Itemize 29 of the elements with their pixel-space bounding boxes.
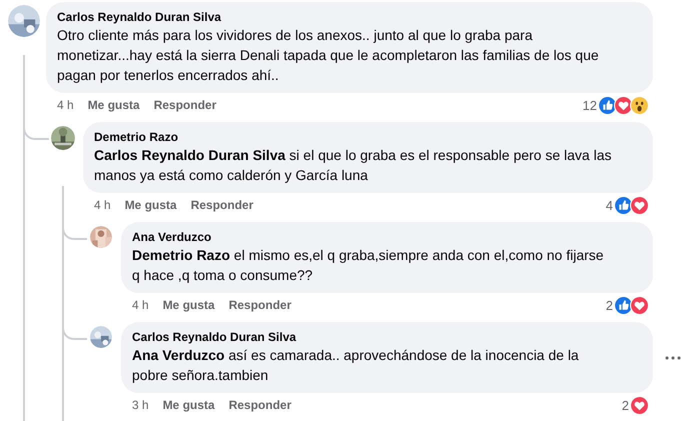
like-link[interactable]: Me gusta <box>162 298 215 312</box>
author-name[interactable]: Ana Verduzco <box>132 229 613 245</box>
like-icon <box>614 296 633 314</box>
timestamp[interactable]: 4 h <box>132 298 149 312</box>
wow-icon <box>630 96 649 114</box>
author-name[interactable]: Demetrio Razo <box>94 129 613 145</box>
timestamp[interactable]: 3 h <box>132 398 149 412</box>
comment-text: Demetrio Razo el mismo es,el q graba,siempre anda con el,como no fijarse q hace ,q toma o consume?? <box>132 246 605 285</box>
like-icon <box>614 196 633 214</box>
comment-text: Ana Verduzco así es camarada.. aprovechándose de la inocencia de la pobre señora.tambien <box>132 346 580 385</box>
reply-link[interactable]: Responder <box>190 198 254 212</box>
like-link[interactable]: Me gusta <box>88 98 140 112</box>
reply-link[interactable]: Responder <box>228 398 292 412</box>
timestamp[interactable]: 4 h <box>94 198 111 212</box>
comment-text: Carlos Reynaldo Duran Silva si el que lo graba es el responsable pero se lava las manos ya está como calderón y García luna <box>94 146 612 185</box>
comment-text: Otro cliente más para los vividores de los anexos.. junto al que lo graba para monetizar...hay está la sierra Denali tapada que le acompletaron las familias de los que pagan por tenerlos encerrados ahí.. <box>57 26 600 85</box>
author-name[interactable]: Carlos Reynaldo Duran Silva <box>57 9 613 25</box>
timestamp[interactable]: 4 h <box>57 98 74 112</box>
reaction-count[interactable]: 2 <box>606 298 613 312</box>
reply-link[interactable]: Responder <box>228 298 292 312</box>
more-icon[interactable] <box>665 356 681 360</box>
like-link[interactable]: Me gusta <box>124 198 177 212</box>
reaction-count[interactable]: 4 <box>606 198 613 212</box>
like-icon <box>598 96 617 114</box>
reaction-count[interactable]: 12 <box>582 98 597 112</box>
author-name[interactable]: Carlos Reynaldo Duran Silva <box>132 329 613 345</box>
reply-link[interactable]: Responder <box>154 98 216 112</box>
reaction-count[interactable]: 2 <box>622 398 629 412</box>
like-link[interactable]: Me gusta <box>162 398 215 412</box>
